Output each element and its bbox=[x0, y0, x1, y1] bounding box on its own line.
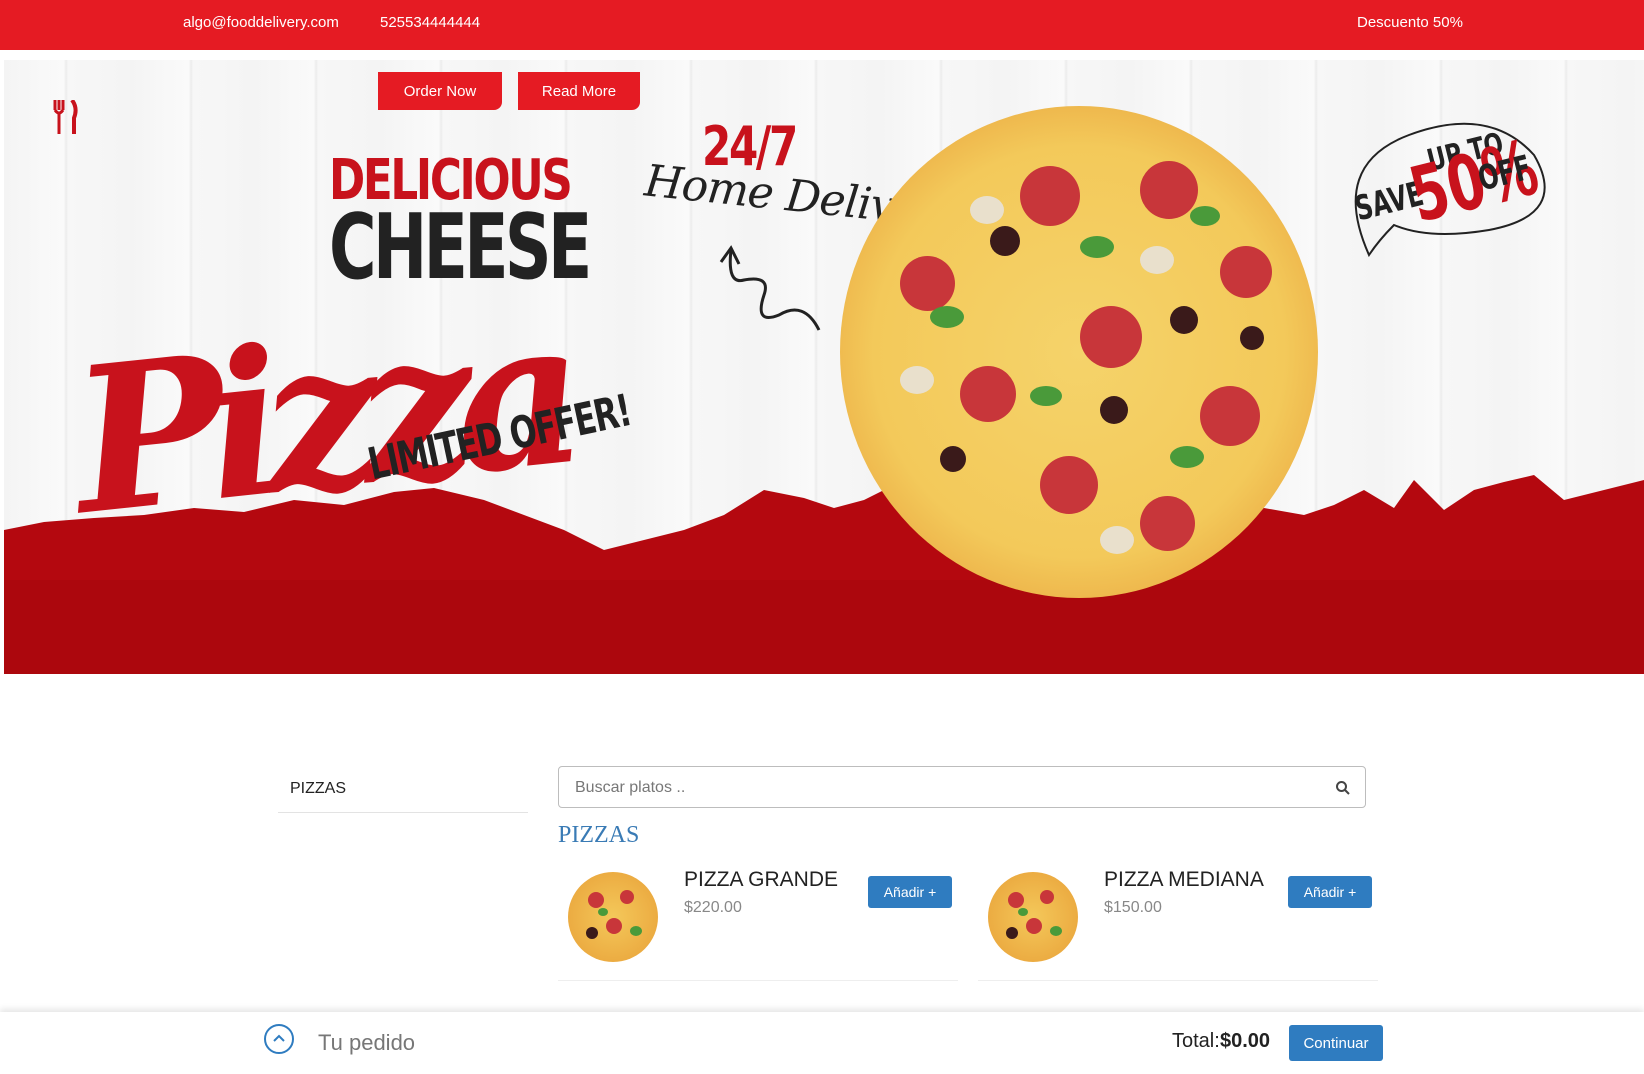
cart-bar: Tu pedido Total: $0.00 Continuar bbox=[0, 1012, 1644, 1074]
search-icon[interactable] bbox=[1335, 780, 1351, 796]
hero-banner: Order Now Read More DELICIOUS CHEESE Piz… bbox=[4, 60, 1644, 674]
add-to-cart-button[interactable]: Añadir + bbox=[1288, 876, 1372, 908]
search-input[interactable] bbox=[573, 767, 1317, 809]
order-now-button[interactable]: Order Now bbox=[378, 72, 502, 110]
category-title: PIZZAS bbox=[558, 822, 640, 848]
cart-label[interactable]: Tu pedido bbox=[318, 1030, 415, 1056]
arrow-doodle-icon bbox=[719, 245, 821, 331]
product-card: PIZZA MEDIANA $150.00 Añadir + bbox=[978, 860, 1378, 981]
product-image bbox=[988, 872, 1078, 962]
sidebar-item-pizzas[interactable]: PIZZAS bbox=[278, 772, 528, 813]
product-price: $150.00 bbox=[1104, 899, 1162, 916]
read-more-button[interactable]: Read More bbox=[518, 72, 640, 110]
cart-total-value: $0.00 bbox=[1220, 1030, 1271, 1052]
product-name: PIZZA GRANDE bbox=[684, 868, 839, 891]
contact-email[interactable]: algo@fooddelivery.com bbox=[183, 14, 339, 31]
product-name: PIZZA MEDIANA bbox=[1104, 868, 1264, 891]
cart-total-label: Total: bbox=[1172, 1030, 1220, 1052]
product-price: $220.00 bbox=[684, 899, 742, 916]
add-to-cart-button[interactable]: Añadir + bbox=[868, 876, 952, 908]
fork-knife-icon bbox=[53, 100, 78, 134]
product-card: PIZZA GRANDE $220.00 Añadir + bbox=[558, 860, 958, 981]
pizza-image bbox=[840, 106, 1318, 598]
sidebar-item-label: PIZZAS bbox=[290, 780, 347, 797]
top-bar: algo@fooddelivery.com 525534444444 Descu… bbox=[0, 0, 1644, 50]
product-image bbox=[568, 872, 658, 962]
continue-button[interactable]: Continuar bbox=[1289, 1025, 1383, 1061]
contact-phone[interactable]: 525534444444 bbox=[380, 14, 480, 31]
promo-text: Descuento 50% bbox=[1357, 14, 1463, 31]
search-box bbox=[558, 766, 1366, 809]
chevron-up-icon[interactable] bbox=[264, 1024, 294, 1054]
